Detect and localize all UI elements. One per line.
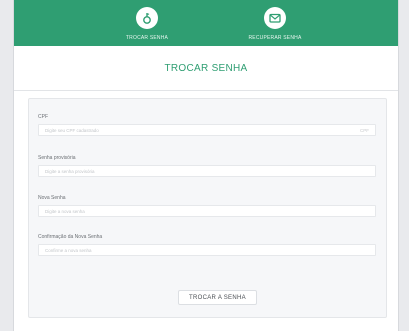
submit-change-password-button[interactable]: TROCAR A SENHA <box>178 290 257 305</box>
temporary-password-label: Senha provisória <box>38 155 76 161</box>
new-password-input[interactable]: Digite a nova senha <box>38 205 376 217</box>
cpf-placeholder: Digite seu CPF cadastrado <box>45 128 99 133</box>
cpf-input[interactable]: Digite seu CPF cadastrado CPF <box>38 124 376 136</box>
temporary-password-input[interactable]: Digite a senha provisória <box>38 165 376 177</box>
page-title: TROCAR SENHA <box>164 62 248 74</box>
cpf-label: CPF <box>38 114 48 120</box>
confirm-password-input[interactable]: Confirme a nova senha <box>38 244 376 256</box>
cpf-suffix: CPF <box>360 128 369 133</box>
tab-recover-password[interactable]: RECUPERAR SENHA <box>200 0 350 46</box>
page-header: TROCAR SENHA <box>14 46 398 90</box>
temporary-password-placeholder: Digite a senha provisória <box>45 169 95 174</box>
new-password-placeholder: Digite a nova senha <box>45 209 85 214</box>
mail-icon <box>264 7 286 29</box>
confirm-password-placeholder: Confirme a nova senha <box>45 248 92 253</box>
tab-label: RECUPERAR SENHA <box>248 35 302 41</box>
tab-label: TROCAR SENHA <box>125 35 169 41</box>
divider <box>14 90 398 91</box>
key-icon <box>136 7 158 29</box>
app-frame: TROCAR SENHA RECUPERAR SENHA TROCAR SENH… <box>13 0 399 331</box>
confirm-password-label: Confirmação da Nova Senha <box>38 234 103 240</box>
change-password-form: CPF Digite seu CPF cadastrado CPF Senha … <box>28 98 387 318</box>
top-navigation-bar: TROCAR SENHA RECUPERAR SENHA <box>14 0 398 46</box>
new-password-label: Nova Senha <box>38 195 66 201</box>
